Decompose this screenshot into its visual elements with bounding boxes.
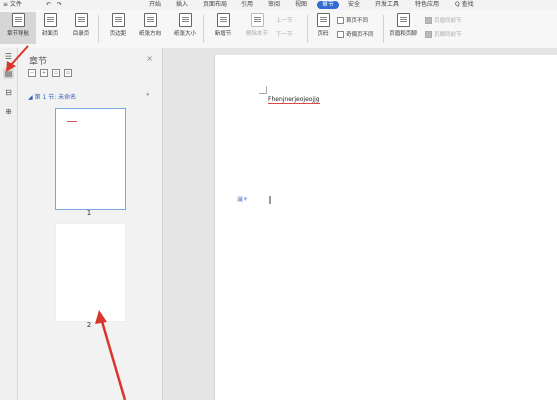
document-page[interactable]: Fhenjnerjeojeojjg ▣▾ [214,55,557,400]
collapse-icon[interactable]: − [28,69,36,77]
menu-section[interactable]: 章节 [317,1,340,9]
section-label[interactable]: ◢ 第 1 节: 未命名 [28,92,76,101]
quick-access-toolbar[interactable]: ↶ ↷ [46,1,64,9]
section-nav-button[interactable]: 章节导航 [0,12,36,44]
search-command[interactable]: Q 查找 [455,1,474,9]
margins-button[interactable]: 页边距 [100,12,136,44]
menu-special-apps[interactable]: 特色应用 [415,1,439,9]
ribbon-toolbar: 章节导航 封面页 目录页 页边距 纸张方向 纸张大小 新增节 删除本节 上一节 … [0,10,557,49]
menu-page-layout[interactable]: 页面布局 [203,1,227,9]
prev-section-button[interactable]: 上一节 [276,16,293,24]
toc-page-button[interactable]: 目录页 [63,12,99,44]
add-section-button[interactable]: 新增节 [205,12,241,44]
menu-insert[interactable]: 插入 [176,1,188,9]
section-nav-icon [11,13,25,27]
checkbox-box [337,17,344,24]
page-number-icon [316,13,330,27]
section-navigation-panel: 章节 × − + ▫ ▫ ◢ 第 1 节: 未命名 ▾ 1 2 [18,48,163,400]
page-thumbnail-1[interactable] [55,108,126,210]
outline-icon[interactable]: ☰ [3,51,14,62]
close-icon[interactable]: × [146,54,153,63]
left-tool-strip: ☰ ▤ ⊟ ⊕ [0,48,18,400]
header-footer-icon [396,13,410,27]
expand-icon[interactable]: + [40,69,48,77]
orientation-icon [143,13,157,27]
cover-page-icon [43,13,57,27]
delete-section-button[interactable]: 删除本节 [239,12,275,44]
page-number-button[interactable]: 页码 [305,12,341,44]
margins-icon [111,13,125,27]
menu-start[interactable]: 开始 [149,1,161,9]
thumbnail-text-mark [67,121,77,122]
menu-security[interactable]: 安全 [348,1,360,9]
crop-mark [259,86,267,94]
find-icon[interactable]: ⊕ [3,106,14,117]
text-cursor [269,196,271,204]
page-add-icon[interactable]: ▫ [52,69,60,77]
chevron-down-icon[interactable]: ▾ [146,92,149,98]
paper-size-icon [178,13,192,27]
checkbox-box [337,31,344,38]
first-page-different-checkbox[interactable]: 首页不同 [337,16,368,24]
toc-page-icon [74,13,88,27]
document-canvas: Fhenjnerjeojeojjg ▣▾ [163,48,557,400]
section-nav-icon[interactable]: ▤ [3,68,14,79]
page-thumbnail-2[interactable] [55,223,126,322]
menu-review[interactable]: 审阅 [268,1,280,9]
menu-references[interactable]: 引用 [241,1,253,9]
paste-options-icon[interactable]: ▣▾ [237,195,247,203]
file-menu[interactable]: ≡ 文件 [3,1,22,9]
orientation-button[interactable]: 纸张方向 [132,12,168,44]
document-text[interactable]: Fhenjnerjeojeojjg [268,96,320,104]
page-number-label: 1 [86,209,92,217]
checkbox-box [425,17,432,24]
header-same-as-previous-checkbox[interactable]: 页眉同前节 [425,16,462,24]
next-section-button[interactable]: 下一节 [276,30,293,38]
menu-developer[interactable]: 开发工具 [375,1,399,9]
footer-same-as-previous-checkbox[interactable]: 页脚同前节 [425,30,462,38]
delete-section-icon [250,13,264,27]
ribbon-divider [98,15,99,43]
paper-size-button[interactable]: 纸张大小 [167,12,203,44]
odd-even-different-checkbox[interactable]: 奇偶页不同 [337,30,374,38]
page-number-label: 2 [86,321,92,329]
menu-view[interactable]: 视图 [295,1,307,9]
menu-bar: ≡ 文件 ↶ ↷ 开始 插入 页面布局 引用 审阅 视图 章节 安全 开发工具 … [0,0,557,10]
checkbox-box [425,31,432,38]
page-remove-icon[interactable]: ▫ [64,69,72,77]
header-footer-button[interactable]: 页眉和页脚 [385,12,421,44]
panel-title: 章节 [29,57,48,67]
ribbon-divider [383,15,384,43]
add-section-icon [216,13,230,27]
ribbon-divider [203,15,204,43]
bookmark-icon[interactable]: ⊟ [3,87,14,98]
